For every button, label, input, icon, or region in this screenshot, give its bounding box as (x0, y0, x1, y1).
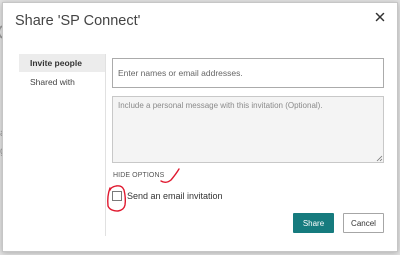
hide-options-link[interactable]: HIDE OPTIONS (113, 172, 164, 179)
email-invitation-checkbox[interactable] (112, 191, 122, 201)
sidebar-item-invite-people[interactable]: Invite people (19, 54, 105, 72)
personal-message-field[interactable] (112, 96, 384, 163)
share-sidebar: Invite people Shared with (19, 54, 106, 236)
cancel-button[interactable]: Cancel (343, 213, 384, 233)
sidebar-item-shared-with[interactable]: Shared with (19, 73, 105, 91)
resize-grip-icon[interactable] (375, 154, 383, 162)
share-button[interactable]: Share (293, 213, 334, 233)
close-icon (375, 12, 385, 22)
email-invitation-label[interactable]: Send an email invitation (127, 191, 223, 201)
close-button[interactable] (372, 9, 388, 25)
names-input[interactable] (112, 58, 384, 88)
dialog-title: Share 'SP Connect' (15, 13, 141, 29)
